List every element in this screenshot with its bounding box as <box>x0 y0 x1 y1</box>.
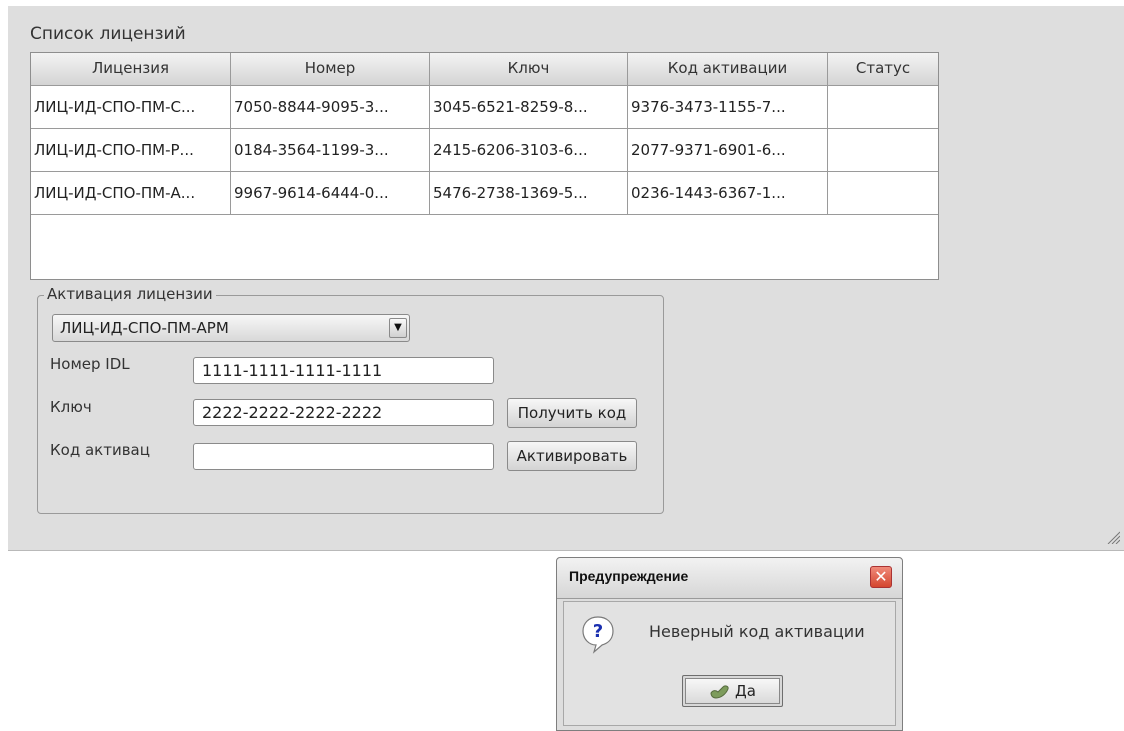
cell-activation-code: 2077-9371-6901-6... <box>628 129 828 172</box>
ok-button-label: Да <box>735 682 756 700</box>
activation-group-legend: Активация лицензии <box>44 285 216 303</box>
cell-license: ЛИЦ-ИД-СПО-ПМ-Р... <box>31 129 231 172</box>
license-select-value: ЛИЦ-ИД-СПО-ПМ-АРМ <box>60 319 229 337</box>
dialog-title: Предупреждение <box>569 568 689 584</box>
activation-code-label: Код активац <box>50 441 150 459</box>
column-header-license[interactable]: Лицензия <box>31 53 231 86</box>
check-icon <box>710 684 729 699</box>
activate-button[interactable]: Активировать <box>507 441 637 471</box>
cell-number: 9967-9614-6444-0... <box>231 172 430 215</box>
idl-input[interactable]: 1111-1111-1111-1111 <box>193 357 494 384</box>
table-row[interactable]: ЛИЦ-ИД-СПО-ПМ-Р... 0184-3564-1199-3... 2… <box>31 129 938 172</box>
license-select[interactable]: ЛИЦ-ИД-СПО-ПМ-АРМ ▼ <box>52 314 410 342</box>
dialog-message: Неверный код активации <box>649 622 865 641</box>
key-label: Ключ <box>50 398 92 416</box>
dialog-title-bar[interactable]: Предупреждение ✕ <box>557 558 902 599</box>
cell-activation-code: 0236-1443-6367-1... <box>628 172 828 215</box>
column-header-number[interactable]: Номер <box>231 53 430 86</box>
table-header: Лицензия Номер Ключ Код активации Статус <box>31 53 938 86</box>
license-list-title: Список лицензий <box>30 24 186 44</box>
cell-status <box>828 172 938 215</box>
cell-status <box>828 86 938 129</box>
cell-key: 3045-6521-8259-8... <box>430 86 628 129</box>
close-icon[interactable]: ✕ <box>870 566 892 588</box>
svg-text:?: ? <box>593 621 603 642</box>
cell-license: ЛИЦ-ИД-СПО-ПМ-А... <box>31 172 231 215</box>
cell-key: 2415-6206-3103-6... <box>430 129 628 172</box>
get-code-button[interactable]: Получить код <box>507 398 637 428</box>
column-header-status[interactable]: Статус <box>828 53 938 86</box>
ok-button[interactable]: Да <box>682 675 783 707</box>
warning-dialog: Предупреждение ✕ ? Неверный код активаци… <box>556 557 903 731</box>
activation-code-input[interactable] <box>193 443 494 470</box>
cell-number: 7050-8844-9095-3... <box>231 86 430 129</box>
cell-key: 5476-2738-1369-5... <box>430 172 628 215</box>
cell-status <box>828 129 938 172</box>
cell-number: 0184-3564-1199-3... <box>231 129 430 172</box>
resize-grip-icon[interactable] <box>1106 530 1120 544</box>
chevron-down-icon[interactable]: ▼ <box>389 318 407 338</box>
column-header-key[interactable]: Ключ <box>430 53 628 86</box>
column-header-activation-code[interactable]: Код активации <box>628 53 828 86</box>
question-icon: ? <box>582 616 614 654</box>
idl-label: Номер IDL <box>50 355 130 373</box>
table-row[interactable]: ЛИЦ-ИД-СПО-ПМ-А... 9967-9614-6444-0... 5… <box>31 172 938 215</box>
license-table[interactable]: Лицензия Номер Ключ Код активации Статус… <box>30 52 939 280</box>
key-input[interactable]: 2222-2222-2222-2222 <box>193 399 494 426</box>
cell-license: ЛИЦ-ИД-СПО-ПМ-С... <box>31 86 231 129</box>
table-row[interactable]: ЛИЦ-ИД-СПО-ПМ-С... 7050-8844-9095-3... 3… <box>31 86 938 129</box>
cell-activation-code: 9376-3473-1155-7... <box>628 86 828 129</box>
